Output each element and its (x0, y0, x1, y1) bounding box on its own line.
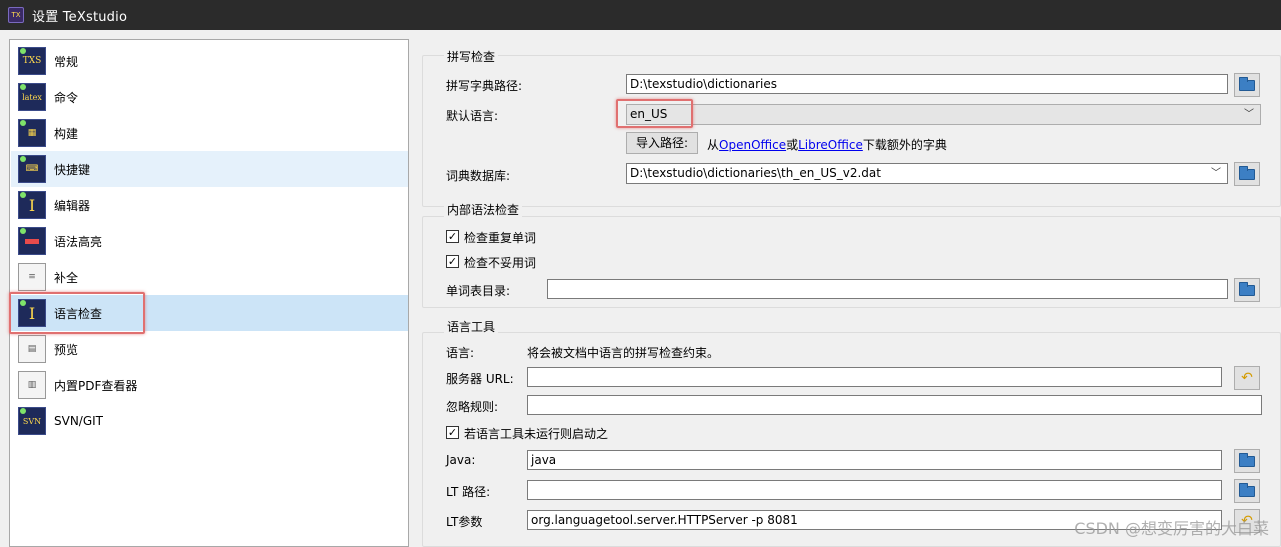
nav-item-shortcuts[interactable]: ⌨ 快捷键 (11, 151, 408, 187)
check-bad-words-label: 检查不妥用词 (464, 256, 537, 270)
lt-path-input[interactable] (527, 480, 1222, 500)
nav-item-syntax-highlighting[interactable]: 语法高亮 (11, 223, 408, 259)
highlight-box-nav (9, 292, 145, 334)
autostart-lt-label: 若语言工具未运行则启动之 (464, 427, 609, 441)
chevron-down-icon: ﹀ (1211, 168, 1221, 179)
nav-item-completion[interactable]: ≡ 补全 (11, 259, 408, 295)
folder-icon (1239, 452, 1255, 467)
libreoffice-link[interactable]: LibreOffice (798, 138, 863, 152)
folder-icon (1239, 281, 1255, 296)
spellcheck-group-title: 拼写检查 (444, 48, 499, 65)
default-language-select[interactable]: en_US ﹀ (626, 104, 1261, 125)
ignore-rules-input[interactable] (527, 395, 1262, 415)
nav-item-label: 预览 (54, 342, 79, 357)
ignore-rules-label: 忽略规则: (446, 400, 499, 414)
lt-args-label: LT参数 (446, 515, 483, 529)
nav-item-label: 编辑器 (54, 198, 91, 213)
svn-git-icon: SVN (18, 407, 46, 435)
nav-item-label: 常规 (54, 54, 79, 69)
txs-logo-icon: TXS (18, 47, 46, 75)
nav-item-label: 构建 (54, 126, 79, 141)
nav-item-pdf-viewer[interactable]: ▥ 内置PDF查看器 (11, 367, 408, 403)
chevron-down-icon: ﹀ (1244, 109, 1254, 120)
nav-item-editor[interactable]: I 编辑器 (11, 187, 408, 223)
default-language-label: 默认语言: (446, 109, 499, 123)
lt-language-note: 将会被文档中语言的拼写检查约束。 (527, 346, 720, 360)
nav-item-commands[interactable]: latex 命令 (11, 79, 408, 115)
server-url-input[interactable] (527, 367, 1222, 387)
thesaurus-select[interactable]: D:\texstudio\dictionaries\th_en_US_v2.da… (626, 163, 1228, 184)
pdf-viewer-icon: ▥ (18, 371, 46, 399)
import-path-button[interactable]: 导入路径: (626, 132, 698, 154)
check-repeated-words-checkbox[interactable]: ✓ (446, 230, 459, 243)
nav-item-svn-git[interactable]: SVN SVN/GIT (11, 403, 408, 439)
folder-icon (1239, 482, 1255, 497)
openoffice-link[interactable]: OpenOffice (719, 138, 786, 152)
browse-dict-path-button[interactable] (1234, 73, 1260, 97)
reset-server-url-button[interactable]: ↶ (1234, 366, 1260, 390)
nav-item-preview[interactable]: ▤ 预览 (11, 331, 408, 367)
preview-page-icon: ▤ (18, 335, 46, 363)
nav-item-label: SVN/GIT (54, 414, 104, 428)
grammar-group-title: 内部语法检查 (444, 201, 523, 218)
texstudio-app-icon: TX (8, 7, 24, 23)
java-input[interactable]: java (527, 450, 1222, 470)
check-repeated-words-label: 检查重复单词 (464, 231, 537, 245)
autostart-lt-checkbox[interactable]: ✓ (446, 426, 459, 439)
settings-content: 拼写检查 拼写字典路径: D:\texstudio\dictionaries 默… (422, 39, 1281, 547)
browse-wordlist-button[interactable] (1234, 278, 1260, 302)
thesaurus-label: 词典数据库: (446, 169, 511, 183)
syntax-highlight-icon (18, 227, 46, 255)
dict-path-input[interactable]: D:\texstudio\dictionaries (626, 74, 1228, 94)
nav-item-label: 补全 (54, 270, 79, 285)
nav-item-build[interactable]: ▦ 构建 (11, 115, 408, 151)
folder-icon (1239, 76, 1255, 91)
latex-command-icon: latex (18, 83, 46, 111)
title-bar: TX 设置 TeXstudio (0, 0, 1281, 30)
undo-arrow-icon: ↶ (1241, 370, 1253, 386)
nav-item-label: 语法高亮 (54, 234, 103, 249)
wordlist-dir-input[interactable] (547, 279, 1228, 299)
browse-java-button[interactable] (1234, 449, 1260, 473)
server-url-label: 服务器 URL: (446, 372, 514, 386)
text-cursor-icon: I (18, 191, 46, 219)
nav-item-general[interactable]: TXS 常规 (11, 43, 408, 79)
lt-language-label: 语言: (446, 346, 475, 360)
import-dict-text: 从OpenOffice或LibreOffice下载额外的字典 (707, 138, 947, 152)
highlight-box-language (616, 99, 693, 128)
thesaurus-value: D:\texstudio\dictionaries\th_en_US_v2.da… (630, 166, 881, 180)
check-bad-words-checkbox[interactable]: ✓ (446, 255, 459, 268)
lt-path-label: LT 路径: (446, 485, 491, 499)
nav-item-label: 内置PDF查看器 (54, 378, 138, 393)
browse-thesaurus-button[interactable] (1234, 162, 1260, 186)
completion-list-icon: ≡ (18, 263, 46, 291)
java-label: Java: (446, 453, 476, 467)
browse-lt-path-button[interactable] (1234, 479, 1260, 503)
settings-category-list[interactable]: TXS 常规 latex 命令 ▦ 构建 ⌨ 快捷键 I 编辑器 语法高亮 ≡ … (9, 39, 409, 547)
wordlist-dir-label: 单词表目录: (446, 284, 511, 298)
build-icon: ▦ (18, 119, 46, 147)
keyboard-icon: ⌨ (18, 155, 46, 183)
nav-item-label: 命令 (54, 90, 79, 105)
window-title: 设置 TeXstudio (32, 9, 128, 25)
languagetool-group-title: 语言工具 (444, 318, 499, 335)
dict-path-label: 拼写字典路径: (446, 79, 523, 93)
folder-icon (1239, 165, 1255, 180)
nav-item-label: 快捷键 (54, 162, 91, 177)
watermark: CSDN @想变厉害的大白菜 (1074, 519, 1269, 538)
